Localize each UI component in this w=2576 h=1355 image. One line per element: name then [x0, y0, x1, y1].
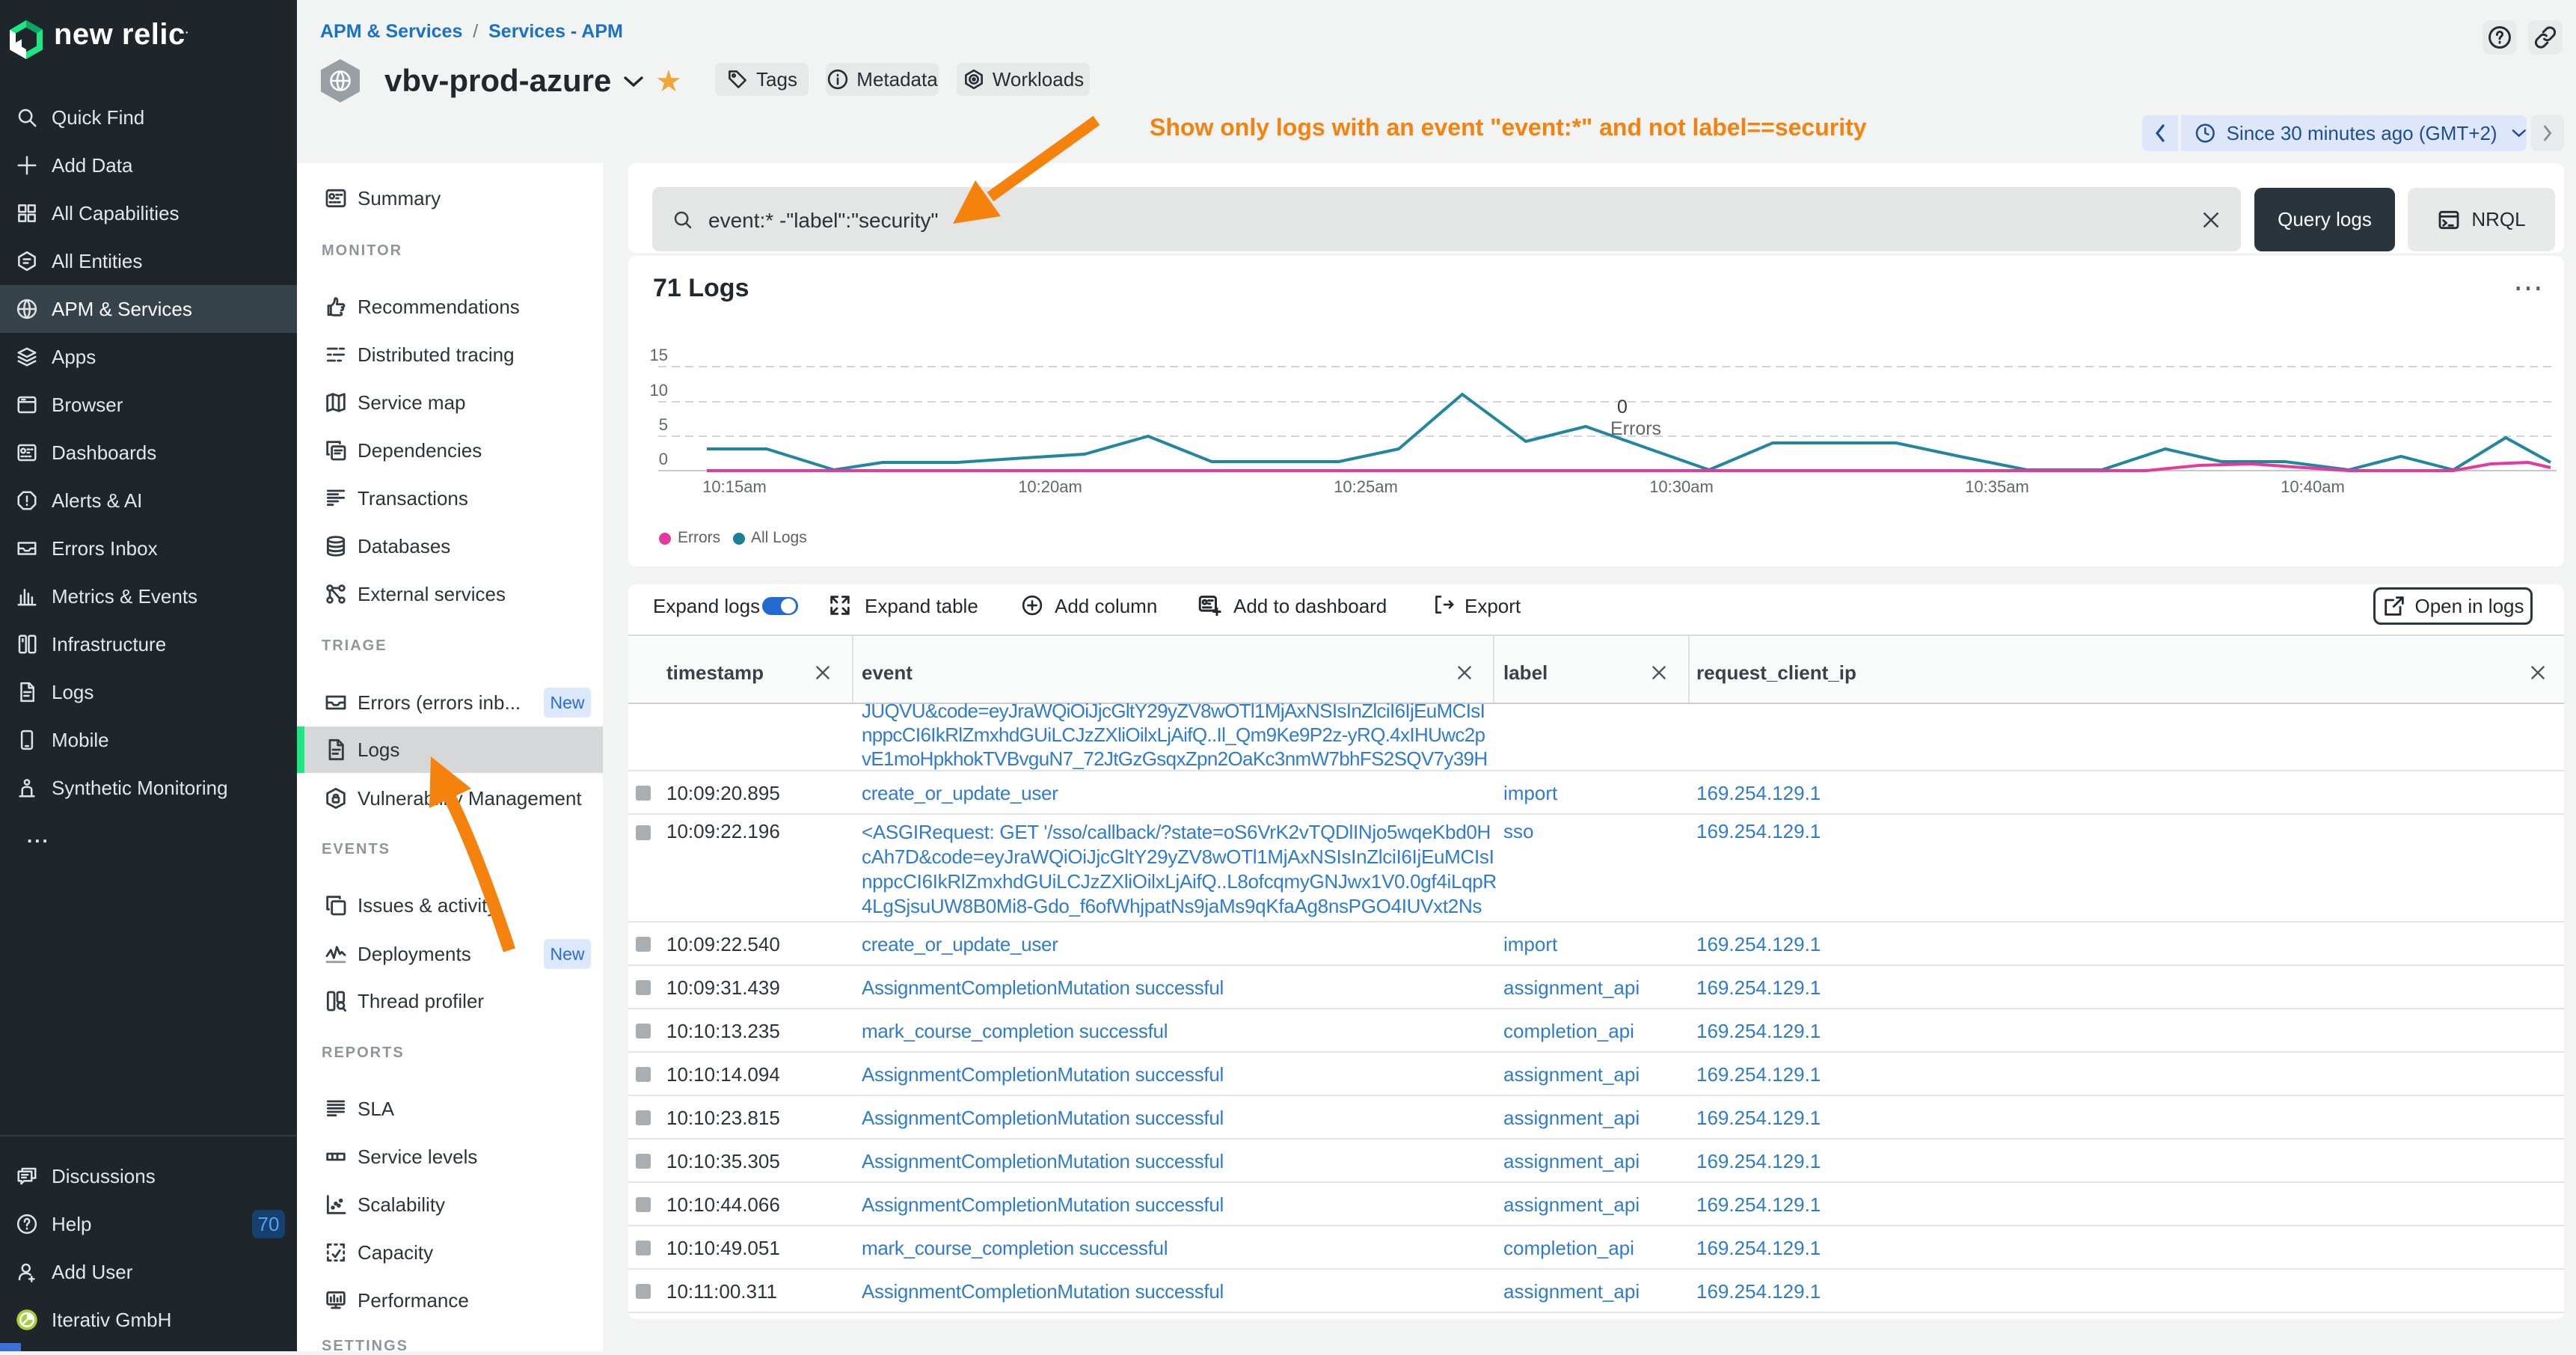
svg-text:10:40am: 10:40am: [2281, 477, 2345, 496]
svg-text:10:35am: 10:35am: [1965, 477, 2029, 496]
svg-text:10: 10: [650, 381, 668, 400]
svg-text:5: 5: [659, 415, 668, 434]
svg-text:Errors: Errors: [1610, 418, 1661, 439]
svg-text:10:20am: 10:20am: [1018, 477, 1082, 496]
svg-text:0: 0: [1617, 397, 1628, 417]
svg-text:10:30am: 10:30am: [1649, 477, 1714, 496]
svg-text:15: 15: [650, 346, 668, 364]
svg-text:10:25am: 10:25am: [1334, 477, 1398, 496]
svg-text:0: 0: [659, 450, 668, 468]
svg-text:10:15am: 10:15am: [702, 477, 767, 496]
